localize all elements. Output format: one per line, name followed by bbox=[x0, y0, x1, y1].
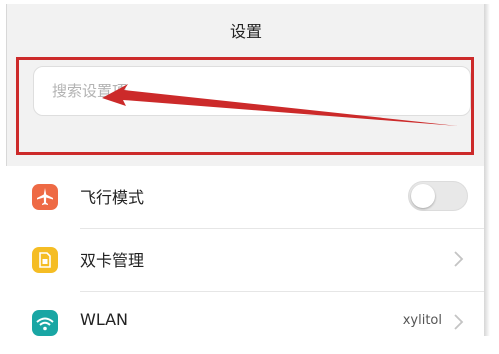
chevron-right-icon bbox=[454, 251, 464, 267]
airplane-mode-label: 飞行模式 bbox=[80, 188, 145, 207]
toggle-knob bbox=[411, 184, 435, 208]
settings-row-airplane-mode[interactable]: 飞行模式 bbox=[6, 166, 484, 228]
wifi-icon bbox=[32, 310, 58, 336]
settings-list: 飞行模式 双卡管理 WLAN xylitol bbox=[6, 166, 484, 336]
wlan-network-name: xylitol bbox=[402, 313, 442, 328]
chevron-right-icon bbox=[454, 314, 464, 330]
settings-row-dual-sim[interactable]: 双卡管理 bbox=[6, 229, 484, 291]
airplane-icon bbox=[32, 184, 58, 210]
dual-sim-label: 双卡管理 bbox=[80, 251, 145, 270]
sim-card-icon bbox=[32, 247, 58, 273]
wlan-label: WLAN bbox=[80, 310, 129, 329]
arrow-shape bbox=[102, 84, 458, 126]
settings-row-wlan[interactable]: WLAN xylitol bbox=[6, 292, 484, 354]
airplane-mode-toggle[interactable] bbox=[408, 181, 468, 211]
